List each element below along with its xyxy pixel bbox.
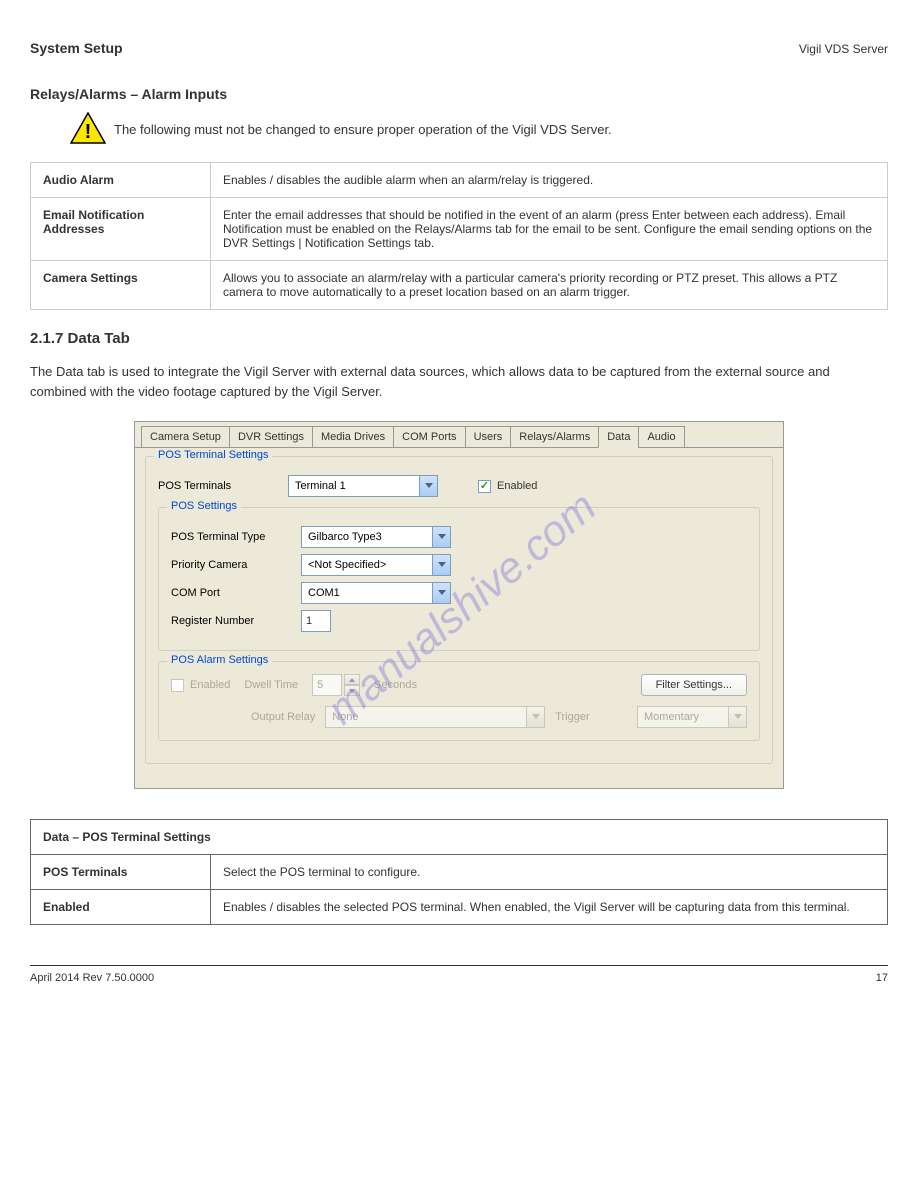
combo-value: Momentary [638, 711, 728, 723]
relay-row-label: Camera Settings [31, 261, 211, 310]
output-relay-combo[interactable]: None [325, 706, 545, 728]
pos-terminal-settings-group: POS Terminal Settings POS Terminals Term… [145, 456, 773, 764]
pos-row-desc: Enables / disables the selected POS term… [211, 890, 888, 925]
pos-row-label: POS Terminals [31, 855, 211, 890]
data-tab-intro: The Data tab is used to integrate the Vi… [30, 362, 888, 401]
combo-value: Gilbarco Type3 [302, 531, 432, 543]
pos-row-label: Enabled [31, 890, 211, 925]
group-title: POS Alarm Settings [167, 654, 272, 666]
chevron-down-icon[interactable] [419, 476, 437, 496]
tab-bar: Camera Setup DVR Settings Media Drives C… [135, 422, 783, 447]
tab-data[interactable]: Data [598, 426, 638, 448]
dwell-unit-label: Seconds [374, 679, 417, 691]
pos-terminal-table: Data – POS Terminal Settings POS Termina… [30, 819, 888, 925]
com-port-label: COM Port [171, 587, 301, 599]
relay-row-desc: Enter the email addresses that should be… [211, 198, 888, 261]
page-footer: April 2014 Rev 7.50.0000 17 [30, 965, 888, 984]
chevron-down-icon[interactable] [526, 707, 544, 727]
warning-text: The following must not be changed to ens… [114, 122, 612, 137]
chevron-down-icon[interactable] [728, 707, 746, 727]
priority-camera-combo[interactable]: <Not Specified> [301, 554, 451, 576]
relay-row-desc: Enables / disables the audible alarm whe… [211, 163, 888, 198]
relay-row-desc: Allows you to associate an alarm/relay w… [211, 261, 888, 310]
terminal-type-label: POS Terminal Type [171, 531, 301, 543]
enabled-checkbox-row[interactable]: Enabled [478, 480, 537, 493]
alarm-enabled-checkbox[interactable] [171, 679, 184, 692]
tab-camera-setup[interactable]: Camera Setup [141, 426, 229, 447]
alarm-enabled-label: Enabled [190, 679, 230, 691]
filter-settings-button[interactable]: Filter Settings... [641, 674, 747, 696]
pos-terminals-combo[interactable]: Terminal 1 [288, 475, 438, 497]
enabled-checkbox[interactable] [478, 480, 491, 493]
trigger-label: Trigger [555, 711, 589, 723]
register-number-label: Register Number [171, 615, 301, 627]
dwell-spinner-buttons[interactable] [344, 674, 360, 696]
pos-row-desc: Select the POS terminal to configure. [211, 855, 888, 890]
chevron-down-icon[interactable] [432, 583, 450, 603]
settings-window: Camera Setup DVR Settings Media Drives C… [134, 421, 784, 789]
section-header: System Setup [30, 40, 123, 56]
pos-alarm-settings-group: POS Alarm Settings Enabled Dwell Time 5 [158, 661, 760, 741]
warning-icon: ! [70, 112, 106, 147]
enabled-label: Enabled [497, 480, 537, 492]
trigger-combo[interactable]: Momentary [637, 706, 747, 728]
combo-value: Terminal 1 [289, 480, 419, 492]
product-header: Vigil VDS Server [799, 42, 888, 56]
tab-relays-alarms[interactable]: Relays/Alarms [510, 426, 598, 447]
footer-right: 17 [876, 972, 888, 984]
chevron-down-icon[interactable] [432, 555, 450, 575]
chevron-down-icon[interactable] [432, 527, 450, 547]
footer-left: April 2014 Rev 7.50.0000 [30, 972, 154, 984]
pos-settings-group: POS Settings POS Terminal Type Gilbarco … [158, 507, 760, 651]
combo-value: None [326, 711, 526, 723]
relay-row-label: Email Notification Addresses [31, 198, 211, 261]
group-title: POS Terminal Settings [154, 449, 272, 461]
group-title: POS Settings [167, 500, 241, 512]
pos-terminals-label: POS Terminals [158, 480, 288, 492]
relay-row-label: Audio Alarm [31, 163, 211, 198]
svg-text:!: ! [85, 121, 92, 143]
tab-audio[interactable]: Audio [638, 426, 684, 447]
relays-table: Audio Alarm Enables / disables the audib… [30, 162, 888, 310]
priority-camera-label: Priority Camera [171, 559, 301, 571]
dwell-time-input[interactable]: 5 [312, 674, 342, 696]
terminal-type-combo[interactable]: Gilbarco Type3 [301, 526, 451, 548]
alarm-enabled-checkbox-row[interactable]: Enabled [171, 679, 230, 692]
register-number-input[interactable]: 1 [301, 610, 331, 632]
data-tab-heading: 2.1.7 Data Tab [30, 330, 888, 347]
input-value: 1 [306, 615, 312, 627]
chevron-down-icon[interactable] [344, 685, 360, 696]
com-port-combo[interactable]: COM1 [301, 582, 451, 604]
output-relay-label: Output Relay [251, 711, 315, 723]
combo-value: COM1 [302, 587, 432, 599]
chevron-up-icon[interactable] [344, 674, 360, 685]
tab-com-ports[interactable]: COM Ports [393, 426, 464, 447]
input-value: 5 [317, 679, 323, 691]
table-title: Data – POS Terminal Settings [31, 820, 888, 855]
dwell-time-label: Dwell Time [244, 679, 298, 691]
relays-title: Relays/Alarms – Alarm Inputs [30, 86, 888, 102]
tab-users[interactable]: Users [465, 426, 511, 447]
combo-value: <Not Specified> [302, 559, 432, 571]
tab-media-drives[interactable]: Media Drives [312, 426, 393, 447]
tab-dvr-settings[interactable]: DVR Settings [229, 426, 312, 447]
